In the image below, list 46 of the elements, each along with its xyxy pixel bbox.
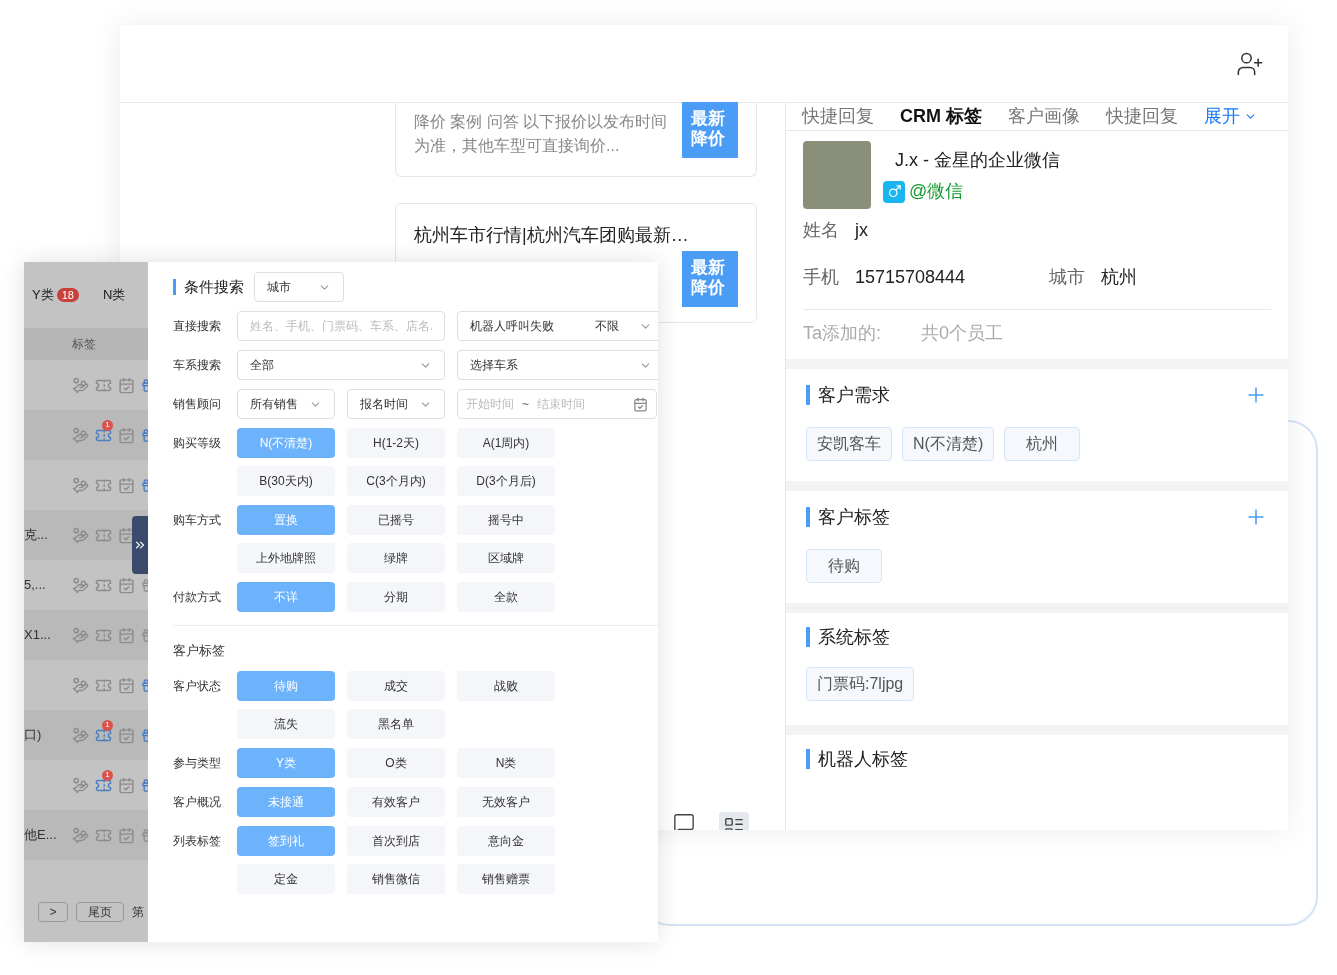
source-label: @微信 — [909, 180, 964, 203]
tag: N(不清楚) — [902, 427, 995, 461]
filter-label: 列表标签 — [173, 833, 222, 850]
section-title: 客户标签 — [806, 507, 890, 527]
field-value: jx — [855, 219, 868, 242]
field-value: 杭州 — [1101, 266, 1137, 289]
count-badge: 1 — [102, 719, 113, 731]
tag: 待购 — [806, 549, 882, 583]
filter-label: 购买等级 — [173, 435, 222, 452]
field-label: 城市 — [1049, 266, 1085, 289]
row-text: 口) — [24, 727, 42, 743]
section-title: 客户需求 — [806, 385, 890, 405]
added-value: 共0个员工 — [921, 322, 1004, 345]
filter-label: 直接搜索 — [173, 318, 222, 335]
article-description: 降价 案例 问答 以下报价以发布时间为准，其他车型可直接询价... — [414, 113, 668, 154]
count-badge: 18 — [56, 288, 79, 302]
section-heading: 客户标签 — [173, 643, 225, 658]
section-title: 系统标签 — [806, 627, 890, 647]
filter-label: 客户概况 — [173, 794, 222, 811]
filter-label: 车系搜索 — [173, 357, 222, 374]
filter-label: 客户状态 — [173, 678, 222, 695]
row-text: X1... — [24, 627, 51, 643]
section-title: 机器人标签 — [806, 749, 908, 769]
count-badge: 1 — [102, 769, 113, 781]
panel-title: 条件搜索 — [173, 279, 244, 295]
tag: 门票码:7ljpg — [806, 667, 915, 701]
page-label: 第 — [132, 904, 144, 921]
price-drop-badge: 最新降价 — [682, 251, 738, 307]
row-text: 克... — [24, 527, 48, 543]
filter-label: 购车方式 — [173, 512, 222, 529]
column-header: 标签 — [72, 336, 96, 353]
field-label: 姓名 — [803, 219, 839, 242]
row-text: 5,... — [24, 577, 46, 593]
added-label: Ta添加的: — [803, 322, 881, 345]
filter-label: 付款方式 — [173, 589, 222, 606]
tag: 杭州 — [1004, 427, 1081, 461]
article-title: 杭州车市行情|杭州汽车团购最新… — [414, 224, 690, 247]
price-drop-badge: 最新降价 — [682, 102, 738, 158]
field-value: 15715708444 — [855, 266, 966, 289]
count-badge: 1 — [102, 419, 113, 431]
contact-name: J.x - 金星的企业微信 — [894, 149, 1060, 172]
tag: 安凯客车 — [806, 427, 892, 461]
filter-label: 参与类型 — [173, 755, 222, 772]
filter-label: 销售顾问 — [173, 396, 222, 413]
field-label: 手机 — [803, 266, 839, 289]
row-text: 他E... — [24, 827, 57, 843]
